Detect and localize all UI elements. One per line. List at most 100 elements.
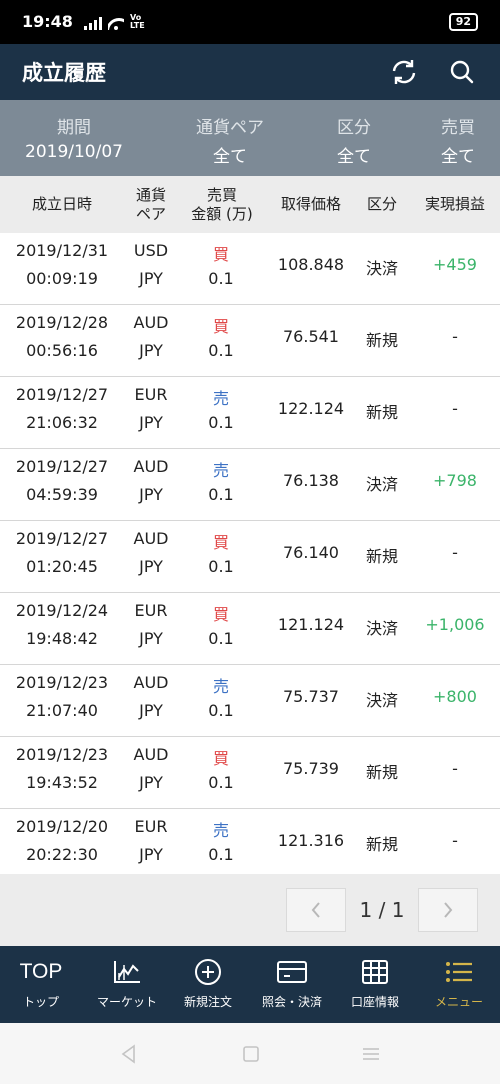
chevron-left-icon bbox=[311, 902, 320, 918]
trade-time: 19:48:42 bbox=[26, 629, 98, 648]
nav-label: マーケット bbox=[96, 995, 157, 1009]
nav-inquiry[interactable]: 照会・決済 bbox=[252, 946, 332, 1023]
trade-time: 19:43:52 bbox=[26, 773, 98, 792]
trade-date: 2019/12/23 bbox=[15, 745, 109, 764]
menu-icon bbox=[446, 962, 472, 982]
nav-account[interactable]: 口座情報 bbox=[334, 946, 416, 1023]
pair-base: EUR bbox=[134, 601, 168, 620]
table-row[interactable]: 2019/12/24 19:48:42 EUR JPY 買 0.1 121.124 決済 +1,… bbox=[0, 593, 500, 665]
table-row[interactable]: 2019/12/28 00:56:16 AUD JPY 買 0.1 76.541 新規 - bbox=[0, 305, 500, 377]
filter-label: 区分 bbox=[337, 118, 371, 138]
top-icon: TOP bbox=[19, 960, 63, 983]
pair-base: EUR bbox=[134, 817, 168, 836]
pair-quote: JPY bbox=[139, 701, 163, 720]
filter-pair[interactable]: 通貨ペア 全て bbox=[176, 100, 284, 176]
prev-page-button[interactable] bbox=[286, 888, 346, 932]
filter-kind[interactable]: 区分 全て bbox=[318, 100, 390, 176]
system-nav-bar bbox=[0, 1023, 500, 1084]
side-label: 売 bbox=[212, 461, 229, 480]
trade-time: 01:20:45 bbox=[26, 557, 98, 576]
th-pl: 実現損益 bbox=[410, 176, 500, 233]
chevron-right-icon bbox=[444, 902, 453, 918]
grid-icon bbox=[362, 960, 388, 984]
nav-label: 新規注文 bbox=[183, 995, 232, 1009]
plus-circle-icon bbox=[195, 959, 221, 985]
th-price: 取得価格 bbox=[268, 176, 354, 233]
th-amount: 売買 金額 (万) bbox=[184, 176, 260, 233]
pl-value: - bbox=[452, 831, 458, 850]
home-icon[interactable] bbox=[240, 1043, 262, 1065]
trade-date: 2019/12/27 bbox=[15, 385, 109, 404]
wifi-icon bbox=[108, 16, 124, 30]
pl-value: - bbox=[452, 543, 458, 562]
table-row[interactable]: 2019/12/27 21:06:32 EUR JPY 売 0.1 122.124 新規 - bbox=[0, 377, 500, 449]
trade-date: 2019/12/24 bbox=[15, 601, 109, 620]
price-value: 75.739 bbox=[283, 759, 339, 778]
nav-top[interactable]: TOP トップ bbox=[0, 946, 82, 1023]
side-label: 売 bbox=[212, 821, 229, 840]
page-indicator: 1 / 1 bbox=[359, 898, 405, 922]
table-row[interactable]: 2019/12/23 21:07:40 AUD JPY 売 0.1 75.737 決済 +800 bbox=[0, 665, 500, 737]
nav-menu[interactable]: メニュー bbox=[418, 946, 500, 1023]
pl-value: - bbox=[452, 399, 458, 418]
history-list: 2019/12/31 00:09:19 USD JPY 買 0.1 108.848 決済 +45… bbox=[0, 233, 500, 881]
kind-label: 新規 bbox=[365, 403, 398, 422]
pair-quote: JPY bbox=[139, 269, 163, 288]
filter-period[interactable]: 期間 2019/10/07 bbox=[0, 100, 148, 176]
trade-time: 00:56:16 bbox=[26, 341, 98, 360]
table-row[interactable]: 2019/12/27 01:20:45 AUD JPY 買 0.1 76.140 新規 - bbox=[0, 521, 500, 593]
kind-label: 決済 bbox=[365, 619, 398, 638]
side-label: 買 bbox=[212, 749, 229, 768]
nav-market[interactable]: マーケット bbox=[88, 946, 166, 1023]
pair-quote: JPY bbox=[139, 629, 163, 648]
nav-label: 口座情報 bbox=[350, 995, 399, 1009]
price-value: 121.124 bbox=[277, 615, 345, 634]
search-button[interactable] bbox=[444, 54, 480, 90]
next-page-button[interactable] bbox=[418, 888, 478, 932]
th-kind: 区分 bbox=[356, 176, 408, 233]
pair-base: AUD bbox=[133, 457, 169, 476]
pair-base: AUD bbox=[133, 529, 169, 548]
table-row[interactable]: 2019/12/20 20:22:30 EUR JPY 売 0.1 121.316 新規 - bbox=[0, 809, 500, 881]
amount-value: 0.1 bbox=[208, 701, 234, 720]
price-value: 121.316 bbox=[277, 831, 345, 850]
table-row[interactable]: 2019/12/31 00:09:19 USD JPY 買 0.1 108.848 決済 +45… bbox=[0, 233, 500, 305]
th-amount-line2: 金額 (万) bbox=[191, 204, 253, 223]
filter-value: 全て bbox=[337, 147, 371, 167]
back-icon[interactable] bbox=[118, 1043, 140, 1065]
kind-label: 新規 bbox=[365, 331, 398, 350]
pair-quote: JPY bbox=[139, 773, 163, 792]
table-row[interactable]: 2019/12/27 04:59:39 AUD JPY 売 0.1 76.138 決済 +798 bbox=[0, 449, 500, 521]
refresh-button[interactable] bbox=[386, 54, 422, 90]
side-label: 買 bbox=[212, 605, 229, 624]
filter-side[interactable]: 売買 全て bbox=[422, 100, 494, 176]
battery-indicator: 92 bbox=[448, 13, 478, 31]
card-icon bbox=[277, 961, 307, 983]
trade-time: 00:09:19 bbox=[26, 269, 98, 288]
trade-time: 21:06:32 bbox=[26, 413, 98, 432]
side-label: 買 bbox=[212, 533, 229, 552]
page-title: 成立履歴 bbox=[22, 61, 106, 85]
th-pair-line1: 通貨 bbox=[135, 185, 166, 204]
trade-date: 2019/12/27 bbox=[15, 457, 109, 476]
filter-label: 通貨ペア bbox=[196, 118, 264, 138]
bottom-nav: TOP トップ マーケット 新規注文 照会・決済 口座情報 メニュー bbox=[0, 946, 500, 1023]
th-pair: 通貨 ペア bbox=[122, 176, 180, 233]
status-bar: 19:48 Vo LTE 92 bbox=[0, 0, 500, 44]
nav-label: メニュー bbox=[434, 995, 483, 1009]
th-price-label: 取得価格 bbox=[280, 195, 341, 213]
amount-value: 0.1 bbox=[208, 629, 234, 648]
recents-icon[interactable] bbox=[360, 1043, 382, 1065]
th-datetime-label: 成立日時 bbox=[31, 195, 92, 213]
price-value: 76.140 bbox=[283, 543, 339, 562]
price-value: 108.848 bbox=[277, 255, 345, 274]
pl-value: +800 bbox=[433, 687, 477, 706]
th-pl-label: 実現損益 bbox=[424, 195, 485, 213]
trade-date: 2019/12/23 bbox=[15, 673, 109, 692]
nav-new-order[interactable]: 新規注文 bbox=[168, 946, 248, 1023]
filter-bar: 期間 2019/10/07 通貨ペア 全て 区分 全て 売買 全て bbox=[0, 100, 500, 176]
price-value: 122.124 bbox=[277, 399, 345, 418]
kind-label: 決済 bbox=[365, 691, 398, 710]
kind-label: 新規 bbox=[365, 763, 398, 782]
table-row[interactable]: 2019/12/23 19:43:52 AUD JPY 買 0.1 75.739 新規 - bbox=[0, 737, 500, 809]
